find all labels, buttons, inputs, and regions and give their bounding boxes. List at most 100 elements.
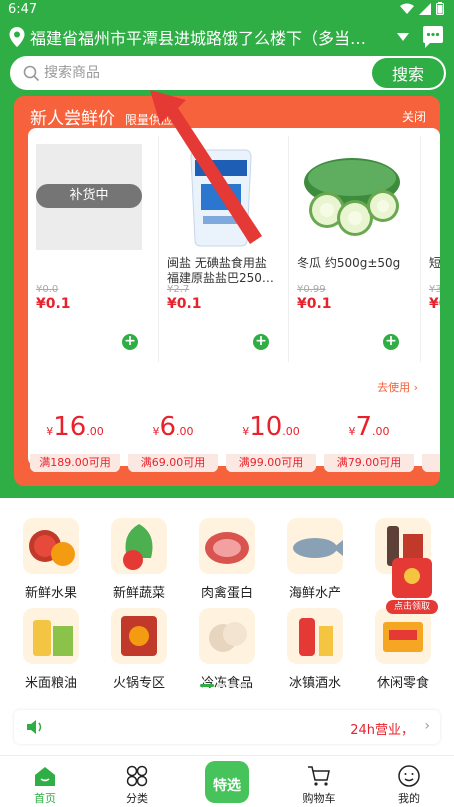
category-hotpot[interactable]: 火锅专区: [102, 604, 176, 691]
promo-title: 新人尝鲜价: [30, 109, 115, 129]
product-card[interactable]: 冬瓜 约500g±50g ¥0.99 ¥0.1 +: [288, 136, 406, 362]
coupon-card[interactable]: ¥10.00 满99.00可用: [226, 406, 316, 472]
add-to-cart-button[interactable]: +: [383, 334, 399, 350]
coupon-decimal: .00: [86, 425, 104, 438]
tab-cart[interactable]: 购物车: [274, 756, 364, 807]
drinks-icon: [287, 608, 343, 664]
product-card[interactable]: 短线份 ¥3.3 ¥0: [420, 136, 440, 362]
coupon-value: 10: [249, 412, 283, 442]
address-row[interactable]: 福建省福州市平潭县进城路饿了么楼下（多当…: [8, 22, 446, 52]
category-frozen-food[interactable]: 冷冻食品: [190, 604, 264, 691]
promo-price: ¥0.1: [297, 296, 332, 312]
caret-down-icon[interactable]: [396, 32, 410, 42]
status-time: 6:47: [8, 2, 38, 17]
coupon-condition: 满79.00可用: [324, 454, 414, 472]
coupon-row[interactable]: ¥16.00 满189.00可用 ¥6.00 满69.00可用 ¥10.00 满…: [30, 406, 440, 472]
status-icons: [400, 2, 444, 15]
coupon-card[interactable]: ¥7.00 满79.00可用: [324, 406, 414, 472]
seafood-icon: [287, 518, 343, 574]
promo-price: ¥0.1: [167, 296, 202, 312]
tab-label: 购物车: [302, 792, 336, 805]
message-icon[interactable]: [420, 24, 446, 50]
search-input[interactable]: [44, 58, 364, 88]
category-meat-eggs[interactable]: 肉禽蛋白: [190, 514, 264, 601]
product-name: 短线份: [429, 256, 440, 270]
profile-icon: [398, 765, 420, 787]
fruit-icon: [23, 518, 79, 574]
signal-icon: [419, 2, 431, 15]
product-card[interactable]: 闽盐 无碘盐食用盐福建原盐盐巴250… ¥2.7 ¥0.1 +: [158, 136, 276, 362]
coupon-value: 7: [355, 412, 373, 442]
coupon-value: 16: [53, 412, 87, 442]
category-pager: [200, 684, 256, 688]
speaker-icon: [27, 720, 42, 734]
use-coupon-button[interactable]: 去使用 ›: [371, 380, 424, 396]
category-label: 冷冻食品: [200, 676, 253, 691]
delivery-address[interactable]: 福建省福州市平潭县进城路饿了么楼下（多当…: [30, 25, 382, 49]
coupon-condition: 满69.00可用: [128, 454, 218, 472]
notice-text: 24h营业，: [350, 723, 414, 738]
promo-close-button[interactable]: 关闭: [402, 108, 426, 125]
search-icon: [23, 65, 40, 82]
search-bar: 搜索: [10, 56, 446, 90]
red-envelope-promo[interactable]: 点击领取: [386, 554, 438, 616]
original-price: ¥3.3: [429, 284, 440, 295]
category-fresh-fruit[interactable]: 新鲜水果: [14, 514, 88, 601]
coupon-amount: ¥6.00: [128, 412, 218, 442]
new-user-promo-panel: 新人尝鲜价 限量供应 关闭 补货中 ¥0.0 ¥0.1 + 闽盐 无碘盐食用盐福…: [14, 96, 440, 486]
chevron-right-icon: ›: [424, 718, 430, 734]
hotpot-icon: [111, 608, 167, 664]
category-label: 火锅专区: [112, 676, 165, 691]
category-fresh-vegetables[interactable]: 新鲜蔬菜: [102, 514, 176, 601]
coupon-condition: [422, 454, 440, 472]
category-label: 休闲零食: [376, 676, 429, 691]
tab-label: 我的: [398, 792, 420, 805]
partial-product-image: [429, 144, 440, 250]
status-bar: 6:47: [0, 0, 454, 20]
bottom-tab-bar: 首页 分类 特选 购物车 我的: [0, 755, 454, 807]
coupon-amount: ¥16.00: [30, 412, 120, 442]
category-rice-oil[interactable]: 米面粮油: [14, 604, 88, 691]
coupon-card[interactable]: ¥6.00 满69.00可用: [128, 406, 218, 472]
coupon-decimal: .00: [372, 425, 390, 438]
tab-label: 首页: [34, 792, 56, 805]
category-icon: [126, 765, 148, 787]
category-drinks[interactable]: 冰镇酒水: [278, 604, 352, 691]
promo-price: ¥0: [429, 296, 440, 312]
home-icon: [35, 767, 55, 786]
notice-bar[interactable]: 24h营业， ›: [14, 710, 440, 744]
coupon-amount: ¥10.00: [226, 412, 316, 442]
search-button[interactable]: 搜索: [372, 58, 444, 88]
winter-melon-image: [304, 158, 400, 236]
coupon-section-title: 新人专享券: [30, 382, 111, 401]
add-to-cart-button[interactable]: +: [253, 334, 269, 350]
tab-featured[interactable]: 特选: [205, 761, 249, 803]
location-pin-icon: [9, 27, 25, 47]
product-name: 闽盐 无碘盐食用盐福建原盐盐巴250…: [167, 256, 274, 285]
add-to-cart-button[interactable]: +: [122, 334, 138, 350]
product-card[interactable]: 补货中 ¥0.0 ¥0.1 +: [28, 136, 146, 362]
rice-oil-icon: [23, 608, 79, 664]
original-price: ¥0.99: [297, 284, 326, 295]
tab-profile[interactable]: 我的: [364, 756, 454, 807]
frozen-food-icon: [199, 608, 255, 664]
promo-price: ¥0.1: [36, 296, 71, 312]
category-label: 米面粮油: [24, 676, 77, 691]
red-envelope-icon: [392, 558, 432, 598]
tab-category[interactable]: 分类: [92, 756, 182, 807]
product-name: 冬瓜 约500g±50g: [297, 256, 401, 270]
original-price: ¥0.0: [36, 284, 59, 295]
tab-home[interactable]: 首页: [0, 756, 90, 807]
category-grid: 新鲜水果 新鲜蔬菜 肉禽蛋白 海鲜水产 廊 米面粮油 火锅专区 冷冻食品 冰镇酒…: [0, 514, 454, 694]
tab-label: 分类: [126, 792, 148, 805]
promo-subtitle: 限量供应: [125, 113, 174, 127]
restock-tag: 补货中: [36, 184, 142, 208]
coupon-amount: ¥7.00: [324, 412, 414, 442]
coupon-card[interactable]: ¥16.00 满189.00可用: [30, 406, 120, 472]
category-label: 海鲜水产: [288, 586, 341, 601]
snacks-icon: [375, 608, 431, 664]
category-label: 肉禽蛋白: [200, 586, 253, 601]
category-snacks[interactable]: 休闲零食: [366, 604, 440, 691]
coupon-card[interactable]: [422, 406, 440, 472]
category-seafood[interactable]: 海鲜水产: [278, 514, 352, 601]
